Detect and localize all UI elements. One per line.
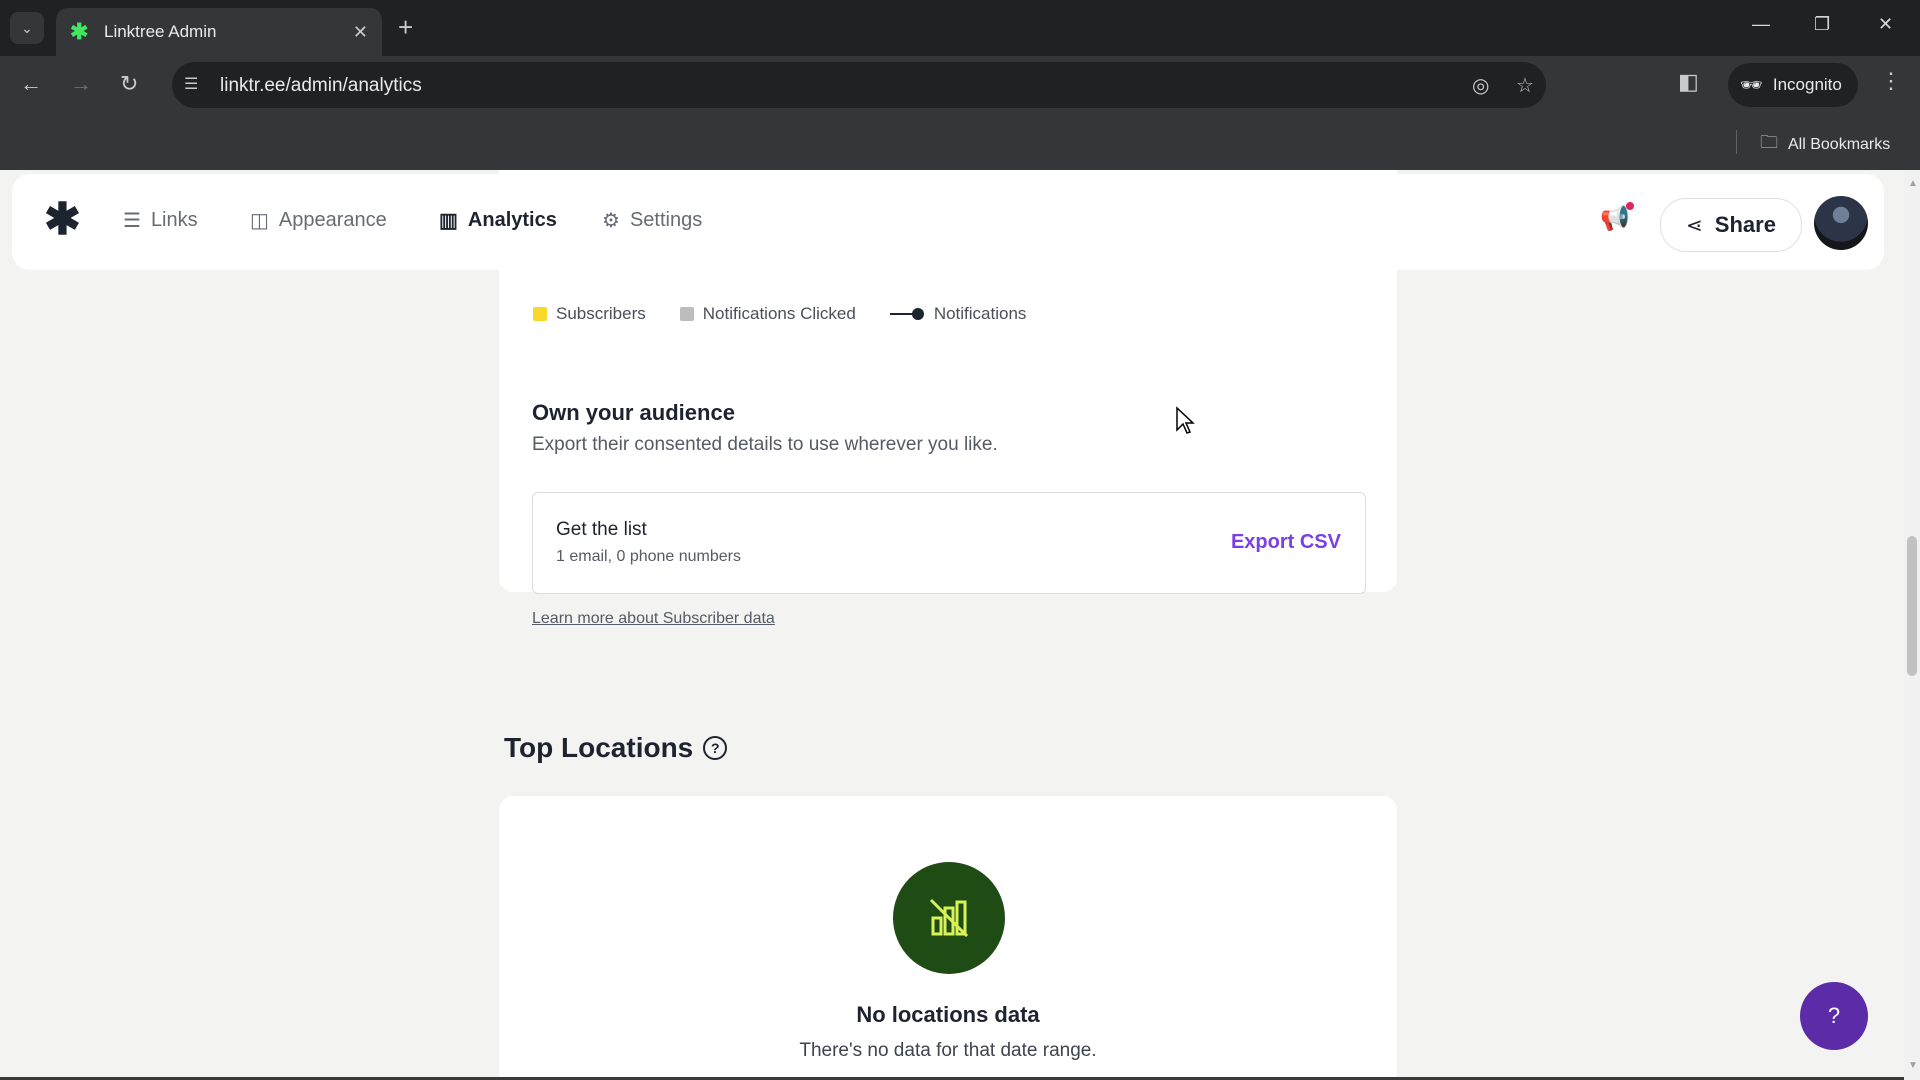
all-bookmarks-label: All Bookmarks	[1788, 136, 1891, 153]
own-audience-title: Own your audience	[532, 400, 735, 425]
incognito-badge[interactable]: 🕶 Incognito	[1728, 63, 1858, 107]
gear-icon: ⚙	[602, 210, 620, 232]
learn-more-link[interactable]: Learn more about Subscriber data	[532, 610, 775, 628]
legend-notifications-clicked: Notifications Clicked	[679, 304, 856, 324]
notification-dot	[1626, 202, 1634, 210]
nav-links[interactable]: ☰ Links	[123, 208, 198, 233]
new-tab-button[interactable]: +	[398, 14, 413, 40]
tab-search-button[interactable]: ⌄	[10, 12, 44, 44]
share-button[interactable]: ⋖ Share	[1660, 198, 1802, 252]
side-panel-icon[interactable]: ◧	[1678, 68, 1699, 96]
nav-settings[interactable]: ⚙ Settings	[602, 208, 702, 233]
export-csv-button[interactable]: Export CSV	[1231, 531, 1341, 554]
incognito-label: Incognito	[1772, 75, 1842, 94]
page-scrollbar[interactable]: ▲ ▼	[1904, 170, 1920, 1080]
chart-off-icon	[929, 898, 969, 938]
no-locations-title: No locations data	[856, 1002, 1040, 1027]
legend-notifications-label: Notifications	[933, 304, 1027, 323]
bookmarks-bar: 🗀 All Bookmarks	[0, 114, 1920, 170]
browser-tab[interactable]: ✱ Linktree Admin ✕	[56, 8, 382, 56]
nav-appearance-label: Appearance	[278, 209, 387, 231]
linktree-favicon-icon: ✱	[70, 19, 89, 44]
legend-notifications: Notifications	[889, 304, 1027, 324]
scrollbar-thumb[interactable]	[1907, 536, 1917, 676]
top-locations-heading: Top Locations ?	[504, 732, 728, 764]
minimize-icon[interactable]: —	[1752, 14, 1770, 35]
page-content: Subscribers Notifications Clicked Notifi…	[0, 170, 1904, 1080]
close-window-icon[interactable]: ✕	[1878, 14, 1893, 35]
nav-links-label: Links	[150, 209, 198, 231]
scroll-up-icon[interactable]: ▲	[1908, 178, 1918, 189]
nav-appearance[interactable]: ◫ Appearance	[250, 208, 387, 233]
subscribers-swatch	[533, 307, 547, 321]
notifications-line-swatch	[889, 308, 924, 320]
mouse-cursor-icon	[1176, 406, 1195, 434]
share-label: Share	[1714, 212, 1776, 237]
admin-navbar: ✱ ☰ Links ◫ Appearance ▥ Analytics ⚙ Set…	[12, 174, 1884, 270]
help-circle-icon[interactable]: ?	[703, 736, 728, 760]
star-icon[interactable]: ☆	[1516, 73, 1534, 98]
all-bookmarks-button[interactable]: 🗀 All Bookmarks	[1760, 130, 1890, 160]
get-list-box: Get the list 1 email, 0 phone numbers Ex…	[532, 492, 1366, 594]
list-icon: ☰	[123, 210, 141, 232]
site-info-icon[interactable]: ☰	[184, 74, 210, 96]
avatar[interactable]	[1814, 196, 1868, 250]
legend-subscribers: Subscribers	[533, 304, 646, 324]
folder-icon: 🗀	[1760, 132, 1778, 152]
nav-analytics[interactable]: ▥ Analytics	[439, 208, 557, 233]
own-audience-description: Export their consented details to use wh…	[532, 434, 998, 455]
bookmarks-divider	[1736, 130, 1737, 154]
browser-toolbar: ← → ↻ ☰ linktr.ee/admin/analytics ◎ ☆ ◧ …	[0, 56, 1920, 114]
nav-analytics-label: Analytics	[467, 209, 557, 231]
legend-clicked-label: Notifications Clicked	[702, 304, 856, 323]
get-list-count: 1 email, 0 phone numbers	[556, 548, 741, 565]
no-data-chart-icon	[893, 862, 1005, 974]
bar-chart-icon: ▥	[439, 210, 458, 232]
restore-icon[interactable]: ❐	[1814, 14, 1830, 35]
close-tab-icon[interactable]: ✕	[353, 22, 368, 43]
browser-menu-icon[interactable]: ⋮	[1880, 68, 1902, 94]
forward-button[interactable]: →	[70, 70, 92, 98]
address-bar[interactable]: ☰ linktr.ee/admin/analytics ◎ ☆	[172, 62, 1546, 108]
browser-tabstrip: ⌄ ✱ Linktree Admin ✕ + — ❐ ✕	[0, 0, 1920, 56]
get-list-title: Get the list	[556, 519, 647, 540]
top-locations-title: Top Locations	[504, 732, 694, 763]
legend-subscribers-label: Subscribers	[556, 304, 646, 323]
share-icon: ⋖	[1686, 214, 1703, 237]
scroll-down-icon[interactable]: ▼	[1908, 1060, 1918, 1071]
linktree-logo-icon[interactable]: ✱	[44, 198, 81, 242]
shapes-icon: ◫	[250, 210, 269, 232]
help-button[interactable]: ?	[1800, 982, 1868, 1050]
eye-off-icon[interactable]: ◎	[1472, 73, 1489, 98]
url-text[interactable]: linktr.ee/admin/analytics	[220, 75, 422, 97]
no-locations-description: There's no data for that date range.	[799, 1040, 1097, 1061]
megaphone-icon[interactable]: 📢	[1600, 204, 1630, 233]
chart-legend: Subscribers Notifications Clicked Notifi…	[533, 304, 1060, 324]
notifications-clicked-swatch	[679, 307, 694, 321]
reload-button[interactable]: ↻	[120, 70, 138, 98]
tab-title: Linktree Admin	[104, 22, 217, 41]
back-button[interactable]: ←	[20, 70, 42, 98]
nav-settings-label: Settings	[629, 209, 703, 231]
incognito-icon: 🕶	[1740, 74, 1763, 95]
